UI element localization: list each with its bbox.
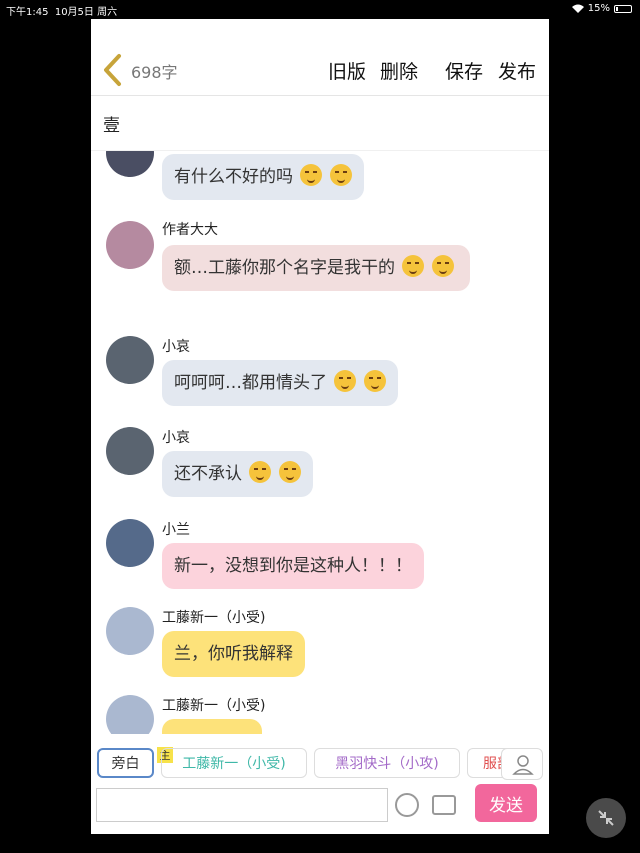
avatar — [106, 607, 154, 655]
speaker-name: 工藤新一（小受) — [162, 610, 266, 626]
role-label: 黑羽快斗（小攻) — [335, 756, 439, 772]
role-button-kaito[interactable]: 黑羽快斗（小攻) — [314, 748, 460, 778]
user-icon — [512, 755, 534, 775]
publish-button[interactable]: 发布 — [498, 57, 536, 84]
speaker-name: 小哀 — [162, 430, 190, 446]
smirk-emoji-icon — [278, 461, 301, 483]
status-right: 15% — [571, 3, 632, 14]
tongue-emoji-icon — [431, 255, 454, 277]
chat-list: 有什么不好的吗 作者大大 额…工藤你那个名字是我干的 小哀 呵呵呵…都用情头了 — [91, 151, 549, 734]
message-text: 呵呵呵…都用情头了 — [174, 373, 327, 393]
collapse-button[interactable] — [586, 798, 626, 838]
message-bubble[interactable]: 新一，没想到你是这种人！！！ — [162, 543, 424, 589]
message-text: 兰，你听我解释 — [174, 644, 293, 664]
message-bubble[interactable]: 额…工藤你那个名字是我干的 — [162, 245, 470, 291]
status-date: 10月5日 周六 — [54, 7, 118, 18]
wifi-icon — [571, 4, 584, 13]
message-text: 额…工藤你那个名字是我干的 — [174, 258, 395, 278]
status-time-date: 下午1:45 10月5日 周六 — [6, 3, 117, 18]
sweat-emoji-icon — [363, 370, 386, 392]
back-arrow-icon[interactable] — [99, 53, 125, 87]
sweat-emoji-icon — [334, 370, 357, 392]
collapse-icon — [598, 810, 614, 826]
message-bubble[interactable]: 有什么不好的吗 — [162, 154, 364, 200]
avatar — [106, 151, 154, 177]
role-button-kudo[interactable]: 工藤新一（小受) — [161, 748, 307, 778]
send-button[interactable]: 发送 — [475, 784, 537, 822]
smirk-emoji-icon — [249, 461, 272, 483]
add-role-button[interactable] — [501, 748, 543, 780]
role-narration-button[interactable]: 旁白 — [97, 748, 154, 778]
avatar — [106, 336, 154, 384]
emoji-icon[interactable] — [395, 793, 419, 817]
speaker-name: 工藤新一（小受) — [162, 698, 266, 714]
speaker-name: 小兰 — [162, 522, 190, 538]
delete-button[interactable]: 删除 — [380, 57, 418, 84]
battery-icon — [614, 4, 632, 13]
role-selector: 旁白 主 工藤新一（小受) 黑羽快斗（小攻) 服部 — [91, 741, 549, 781]
message-text: 新一，没想到你是这种人！！！ — [174, 556, 412, 576]
message-text: 有什么不好的吗 — [174, 167, 293, 187]
tongue-emoji-icon — [402, 255, 425, 277]
save-button[interactable]: 保存 — [445, 57, 483, 84]
speaker-name: 小哀 — [162, 339, 190, 355]
avatar — [106, 695, 154, 734]
role-label: 工藤新一（小受) — [182, 756, 286, 772]
editor-header: 698字 旧版 删除 保存 发布 — [91, 19, 549, 96]
status-bar: 下午1:45 10月5日 周六 15% — [0, 0, 640, 18]
chapter-title[interactable]: 壹 — [91, 96, 549, 151]
avatar — [106, 221, 154, 269]
old-version-button[interactable]: 旧版 — [328, 57, 366, 84]
speaker-name: 作者大大 — [162, 222, 218, 238]
smirk-emoji-icon — [300, 164, 323, 186]
message-input[interactable] — [96, 788, 388, 822]
editor-panel: 698字 旧版 删除 保存 发布 壹 有什么不好的吗 作者大大 额…工藤你那个名… — [91, 19, 549, 834]
message-bubble[interactable] — [162, 719, 262, 734]
battery-percent: 15% — [587, 3, 610, 14]
avatar — [106, 427, 154, 475]
status-time: 下午1:45 — [6, 7, 49, 18]
word-count: 698字 — [131, 63, 178, 82]
image-icon[interactable] — [432, 795, 456, 815]
message-bubble[interactable]: 还不承认 — [162, 451, 313, 497]
message-bubble[interactable]: 兰，你听我解释 — [162, 631, 305, 677]
message-text: 还不承认 — [174, 464, 242, 484]
message-bubble[interactable]: 呵呵呵…都用情头了 — [162, 360, 398, 406]
smirk-emoji-icon — [329, 164, 352, 186]
avatar — [106, 519, 154, 567]
input-bar: 发送 — [91, 782, 549, 832]
